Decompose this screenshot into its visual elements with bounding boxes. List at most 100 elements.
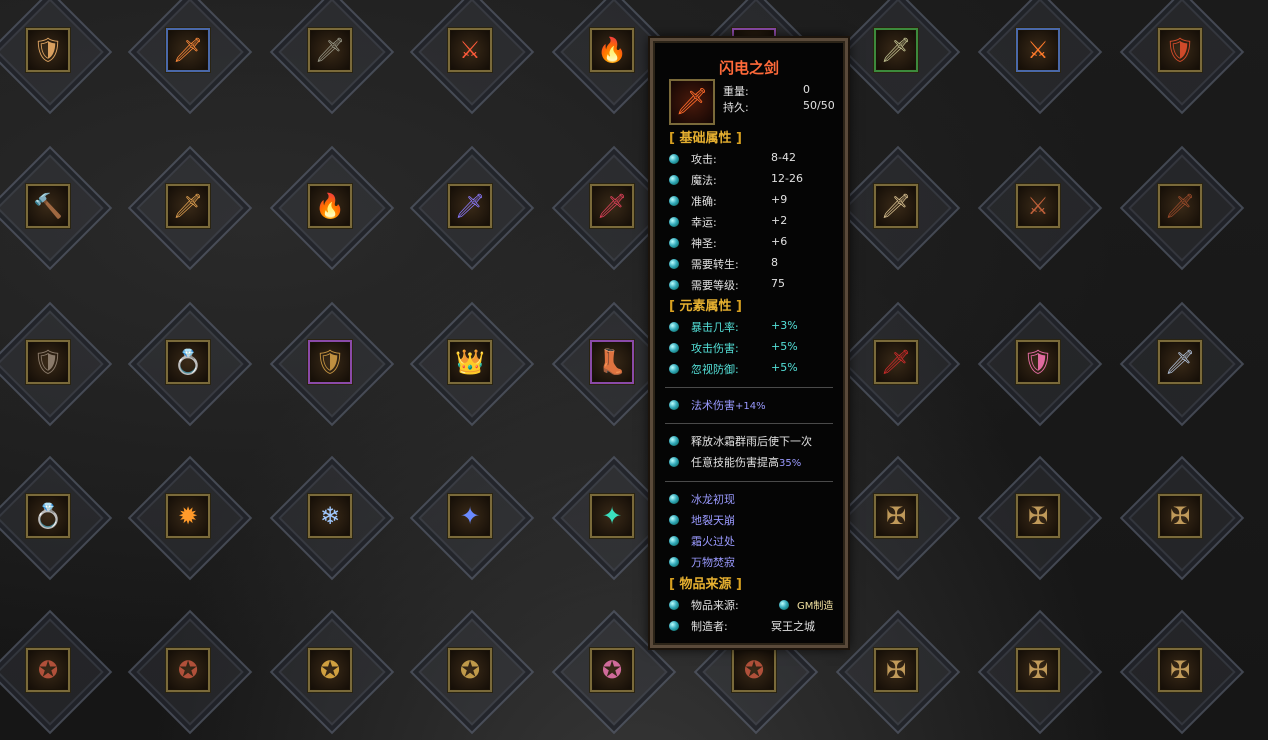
item-slot[interactable]: ✠ [1016, 648, 1060, 692]
item-cell[interactable]: 🗡 [1119, 145, 1245, 271]
item-slot[interactable]: ⚔ [448, 28, 492, 72]
item-cell[interactable]: 🛡 [1119, 0, 1245, 115]
item-cell[interactable]: ⚔ [409, 0, 535, 115]
item-slot[interactable]: ✠ [1158, 648, 1202, 692]
item-cell[interactable]: ⚔ [977, 145, 1103, 271]
item-cell[interactable]: 🛡 [269, 301, 395, 427]
item-slot[interactable]: 🛡 [308, 340, 352, 384]
stat-row: 攻击: 8-42 [669, 151, 845, 169]
item-slot[interactable]: 🗡 [590, 184, 634, 228]
item-cell[interactable]: ✪ [0, 609, 113, 735]
item-cell[interactable]: 🔥 [269, 145, 395, 271]
item-cell[interactable]: 🗡 [835, 145, 961, 271]
ornate-sword-icon: 🗡 [172, 192, 204, 220]
skill-row: 地裂天崩 [669, 512, 845, 530]
stat-value: 12-26 [771, 172, 803, 185]
item-cell[interactable]: ✦ [409, 455, 535, 581]
item-cell[interactable]: 🗡 [269, 0, 395, 115]
item-slot[interactable]: 🗡 [1158, 340, 1202, 384]
jade-sword-icon: 🗡 [880, 36, 912, 64]
item-slot[interactable]: ⚔ [1016, 184, 1060, 228]
item-cell[interactable]: 🗡 [127, 145, 253, 271]
divider [665, 481, 833, 482]
fire-blade-icon: 🔥 [315, 192, 345, 220]
item-slot[interactable]: 🔥 [590, 28, 634, 72]
item-cell[interactable]: 💍 [0, 455, 113, 581]
item-cell[interactable]: ✪ [127, 609, 253, 735]
item-cell[interactable]: 👑 [409, 301, 535, 427]
item-slot[interactable]: ✪ [590, 648, 634, 692]
item-cell[interactable]: 🗡 [835, 0, 961, 115]
item-slot[interactable]: ✪ [732, 648, 776, 692]
skill-row: 冰龙初现 [669, 491, 845, 509]
item-cell[interactable]: ❄ [269, 455, 395, 581]
item-slot[interactable]: ✪ [166, 648, 210, 692]
item-slot[interactable]: ✪ [308, 648, 352, 692]
maker-value: 冥王之城 [771, 620, 815, 633]
item-cell[interactable]: 🔨 [0, 145, 113, 271]
stat-value: 8 [771, 256, 778, 269]
item-slot[interactable]: ✪ [448, 648, 492, 692]
durability-value: 50/50 [803, 99, 835, 112]
item-slot[interactable]: ⚔ [1016, 28, 1060, 72]
item-slot[interactable]: ✠ [1016, 494, 1060, 538]
item-slot[interactable]: 👢 [590, 340, 634, 384]
item-slot[interactable]: 🗡 [874, 340, 918, 384]
item-cell[interactable]: 💍 [127, 301, 253, 427]
item-cell[interactable]: ✠ [977, 609, 1103, 735]
item-cell[interactable]: 🛡 [977, 301, 1103, 427]
item-cell[interactable]: ✠ [835, 455, 961, 581]
item-slot[interactable]: ✦ [590, 494, 634, 538]
item-cell[interactable]: ✹ [127, 455, 253, 581]
item-slot[interactable]: 💍 [166, 340, 210, 384]
item-slot[interactable]: 🗡 [166, 28, 210, 72]
bronze-emblem-icon: ✠ [885, 656, 907, 684]
spell-damage: 法术伤害+14% [691, 397, 766, 413]
durability-label: 持久: [723, 101, 749, 114]
item-cell[interactable]: 🛡 [0, 301, 113, 427]
item-slot[interactable]: 👑 [448, 340, 492, 384]
bronze-emblem-icon: ✠ [1027, 656, 1049, 684]
item-cell[interactable]: ✠ [977, 455, 1103, 581]
item-slot[interactable]: ✠ [874, 648, 918, 692]
orb-bullet-icon [669, 400, 679, 410]
item-slot[interactable]: 🗡 [874, 28, 918, 72]
dark-blade-icon: 🗡 [1164, 192, 1196, 220]
item-cell[interactable]: ⚔ [977, 0, 1103, 115]
item-cell[interactable]: 🗡 [127, 0, 253, 115]
item-tooltip: 闪电之剑 🗡 重量: 0 持久: 50/50 [ 基础属性 ] 攻击: 8-42 魔… [650, 38, 848, 648]
item-cell[interactable]: 🗡 [409, 145, 535, 271]
item-slot[interactable]: 🗡 [308, 28, 352, 72]
item-slot[interactable]: 💍 [26, 494, 70, 538]
item-slot[interactable]: 🛡 [1016, 340, 1060, 384]
gold-armor-icon: 🛡 [314, 348, 346, 376]
item-cell[interactable]: ✠ [835, 609, 961, 735]
item-cell[interactable]: 🛡 [0, 0, 113, 115]
item-slot[interactable]: 🛡 [26, 340, 70, 384]
item-slot[interactable]: 🛡 [1158, 28, 1202, 72]
item-cell[interactable]: ✪ [269, 609, 395, 735]
item-cell[interactable]: ✪ [409, 609, 535, 735]
item-cell[interactable]: ✠ [1119, 455, 1245, 581]
item-slot[interactable]: ❄ [308, 494, 352, 538]
item-cell[interactable]: 🗡 [1119, 301, 1245, 427]
item-slot[interactable]: 🗡 [874, 184, 918, 228]
maker-label: 制造者: [691, 620, 728, 633]
spell-damage-value: +14% [735, 401, 766, 412]
item-slot[interactable]: ✦ [448, 494, 492, 538]
item-slot[interactable]: ✠ [874, 494, 918, 538]
item-slot[interactable]: 🛡 [26, 28, 70, 72]
stat-row: 攻击伤害: +5% [669, 340, 845, 358]
item-cell[interactable]: ✠ [1119, 609, 1245, 735]
item-slot[interactable]: ✠ [1158, 494, 1202, 538]
item-slot[interactable]: 🗡 [166, 184, 210, 228]
item-slot[interactable]: ✪ [26, 648, 70, 692]
stat-label: 忽视防御: [691, 363, 739, 376]
item-slot[interactable]: 🔨 [26, 184, 70, 228]
item-slot[interactable]: ✹ [166, 494, 210, 538]
item-cell[interactable]: 🗡 [835, 301, 961, 427]
item-slot[interactable]: 🗡 [448, 184, 492, 228]
item-slot[interactable]: 🔥 [308, 184, 352, 228]
item-slot[interactable]: 🗡 [1158, 184, 1202, 228]
stat-value: +6 [771, 235, 788, 248]
